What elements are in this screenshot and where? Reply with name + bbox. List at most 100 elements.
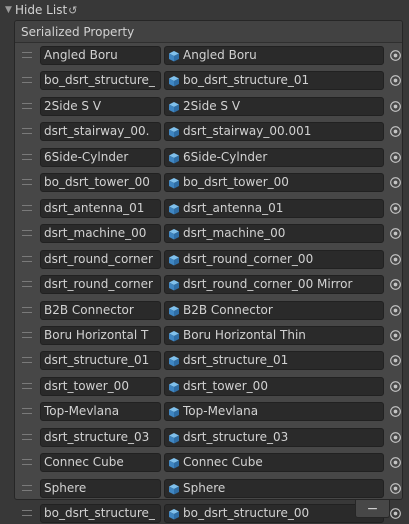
drag-handle-icon[interactable] (22, 510, 32, 516)
drag-handle-icon[interactable] (22, 77, 32, 83)
object-field[interactable]: Angled Boru (164, 46, 384, 65)
object-label: dsrt_machine_00 (183, 226, 286, 240)
drag-handle-icon[interactable] (22, 230, 32, 236)
object-label: dsrt_round_corner_00 (183, 252, 314, 266)
object-picker-icon[interactable] (388, 48, 402, 62)
object-label: bo_dsrt_tower_00 (183, 175, 289, 189)
object-field[interactable]: dsrt_machine_00 (164, 224, 384, 243)
drag-handle-icon[interactable] (22, 485, 32, 491)
drag-handle-icon[interactable] (22, 205, 32, 211)
object-label: dsrt_structure_01 (183, 353, 289, 367)
name-field[interactable]: dsrt_stairway_00. (40, 122, 161, 141)
drag-handle-icon[interactable] (22, 383, 32, 389)
name-field[interactable]: 2Side S V (40, 97, 161, 116)
reset-icon[interactable]: ↺ (68, 4, 77, 17)
name-field[interactable]: bo_dsrt_tower_00 (40, 173, 161, 192)
name-field[interactable]: bo_dsrt_structure_ (40, 504, 161, 523)
object-label: dsrt_tower_00 (183, 379, 268, 393)
object-picker-icon[interactable] (388, 303, 402, 317)
object-picker-icon[interactable] (388, 99, 402, 113)
object-picker-icon[interactable] (388, 328, 402, 342)
list-item: bo_dsrt_structure_ bo_dsrt_structure_00 (15, 503, 402, 524)
list-item: bo_dsrt_structure_ bo_dsrt_structure_01 (15, 70, 402, 91)
name-field[interactable]: bo_dsrt_structure_ (40, 71, 161, 90)
name-field[interactable]: dsrt_structure_03 (40, 428, 161, 447)
drag-handle-icon[interactable] (22, 154, 32, 160)
list-item: dsrt_machine_00 dsrt_machine_00 (15, 223, 402, 244)
object-field[interactable]: dsrt_antenna_01 (164, 199, 384, 218)
object-field[interactable]: bo_dsrt_tower_00 (164, 173, 384, 192)
object-field[interactable]: Sphere (164, 479, 384, 498)
name-field[interactable]: dsrt_tower_00 (40, 377, 161, 396)
object-picker-icon[interactable] (388, 455, 402, 469)
list-item: 2Side S V 2Side S V (15, 96, 402, 117)
object-field[interactable]: B2B Connector (164, 301, 384, 320)
object-picker-icon[interactable] (388, 379, 402, 393)
object-picker-icon[interactable] (388, 73, 402, 87)
cube-icon (168, 152, 180, 164)
hide-list-foldout[interactable]: ▼ Hide List ↺ (0, 0, 409, 20)
object-picker-icon[interactable] (388, 201, 402, 215)
object-field[interactable]: dsrt_structure_01 (164, 351, 384, 370)
list-item: Sphere Sphere (15, 478, 402, 499)
object-label: dsrt_stairway_00.001 (183, 124, 312, 138)
remove-element-button[interactable]: − (355, 500, 390, 518)
drag-handle-icon[interactable] (22, 332, 32, 338)
cube-icon (168, 355, 180, 367)
object-field[interactable]: bo_dsrt_structure_01 (164, 71, 384, 90)
list-item: Top-Mevlana Top-Mevlana (15, 401, 402, 422)
name-field[interactable]: dsrt_round_corner (40, 250, 161, 269)
name-field[interactable]: dsrt_machine_00 (40, 224, 161, 243)
object-label: dsrt_antenna_01 (183, 201, 284, 215)
object-field[interactable]: bo_dsrt_structure_00 (164, 504, 384, 523)
name-field[interactable]: Sphere (40, 479, 161, 498)
drag-handle-icon[interactable] (22, 459, 32, 465)
name-field[interactable]: Connec Cube (40, 453, 161, 472)
object-picker-icon[interactable] (388, 481, 402, 495)
drag-handle-icon[interactable] (22, 281, 32, 287)
cube-icon (168, 254, 180, 266)
object-picker-icon[interactable] (388, 404, 402, 418)
object-picker-icon[interactable] (388, 252, 402, 266)
name-field[interactable]: dsrt_round_corner (40, 275, 161, 294)
drag-handle-icon[interactable] (22, 103, 32, 109)
object-picker-icon[interactable] (388, 277, 402, 291)
drag-handle-icon[interactable] (22, 52, 32, 58)
object-picker-icon[interactable] (388, 430, 402, 444)
object-field[interactable]: dsrt_tower_00 (164, 377, 384, 396)
object-picker-icon[interactable] (388, 124, 402, 138)
name-field[interactable]: dsrt_antenna_01 (40, 199, 161, 218)
object-picker-icon[interactable] (388, 226, 402, 240)
triangle-down-icon[interactable]: ▼ (5, 5, 13, 15)
object-picker-icon[interactable] (388, 353, 402, 367)
object-field[interactable]: 6Side-Cylnder (164, 148, 384, 167)
object-picker-icon[interactable] (388, 175, 402, 189)
name-field[interactable]: dsrt_structure_01 (40, 351, 161, 370)
list-item: dsrt_antenna_01 dsrt_antenna_01 (15, 198, 402, 219)
object-picker-icon[interactable] (388, 150, 402, 164)
name-field[interactable]: Top-Mevlana (40, 402, 161, 421)
drag-handle-icon[interactable] (22, 434, 32, 440)
cube-icon (168, 432, 180, 444)
list-item: dsrt_round_corner dsrt_round_corner_00 (15, 249, 402, 270)
drag-handle-icon[interactable] (22, 179, 32, 185)
object-field[interactable]: dsrt_stairway_00.001 (164, 122, 384, 141)
list-item: dsrt_stairway_00. dsrt_stairway_00.001 (15, 121, 402, 142)
name-field[interactable]: B2B Connector (40, 301, 161, 320)
object-field[interactable]: dsrt_structure_03 (164, 428, 384, 447)
drag-handle-icon[interactable] (22, 307, 32, 313)
object-field[interactable]: Boru Horizontal Thin (164, 326, 384, 345)
name-field[interactable]: Angled Boru (40, 46, 161, 65)
name-field[interactable]: 6Side-Cylnder (40, 148, 161, 167)
cube-icon (168, 75, 180, 87)
drag-handle-icon[interactable] (22, 408, 32, 414)
object-field[interactable]: dsrt_round_corner_00 (164, 250, 384, 269)
drag-handle-icon[interactable] (22, 128, 32, 134)
drag-handle-icon[interactable] (22, 357, 32, 363)
object-field[interactable]: Top-Mevlana (164, 402, 384, 421)
drag-handle-icon[interactable] (22, 256, 32, 262)
name-field[interactable]: Boru Horizontal T (40, 326, 161, 345)
object-field[interactable]: Connec Cube (164, 453, 384, 472)
object-field[interactable]: dsrt_round_corner_00 Mirror (164, 275, 384, 294)
object-field[interactable]: 2Side S V (164, 97, 384, 116)
